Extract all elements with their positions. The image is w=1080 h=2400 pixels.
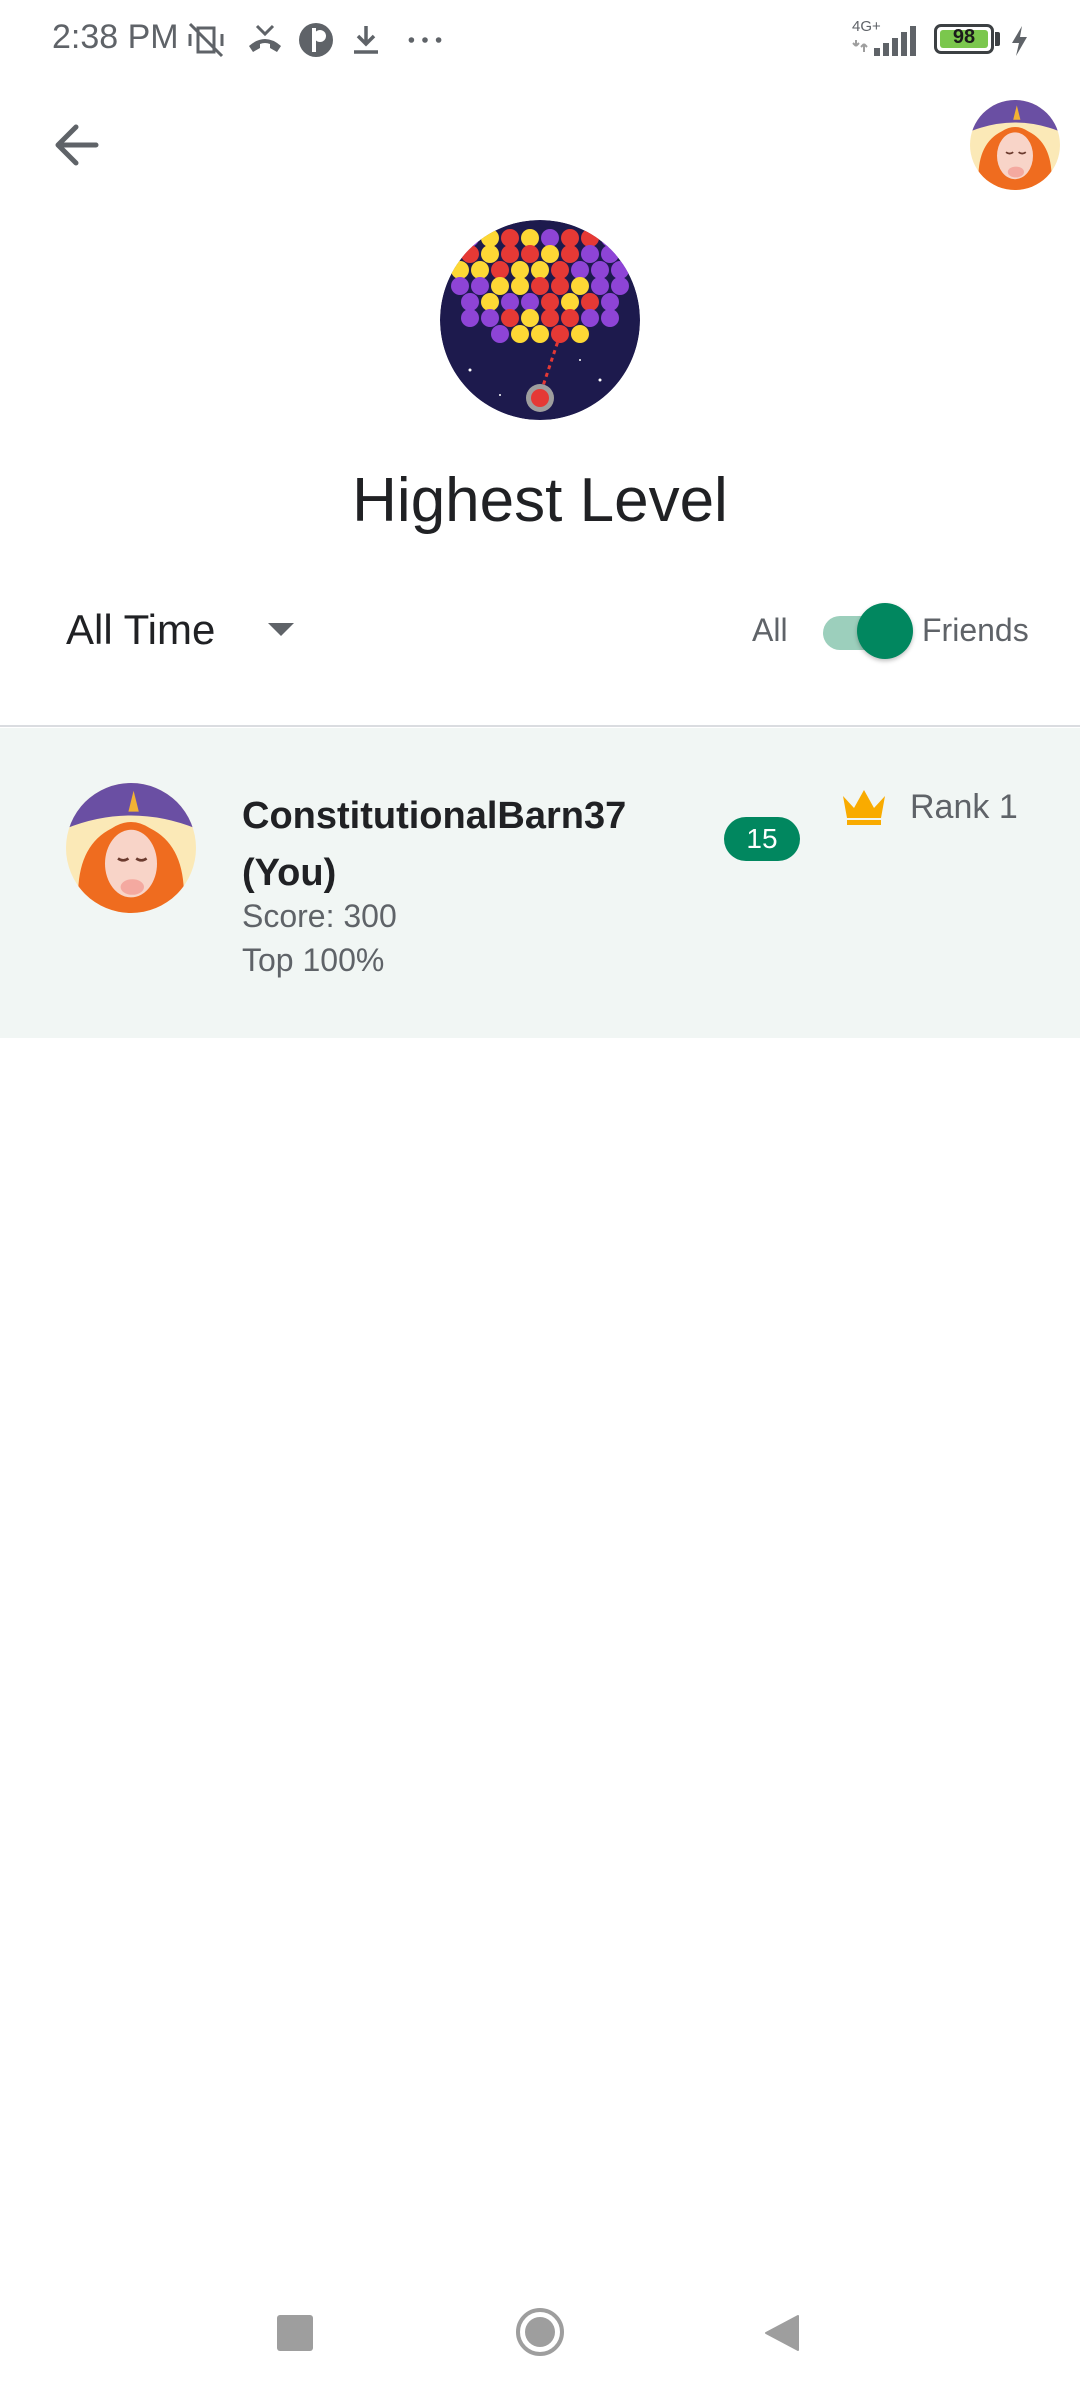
bubble	[571, 325, 589, 343]
bubble	[541, 309, 559, 327]
bubble	[461, 293, 479, 311]
bubble	[451, 277, 469, 295]
bubble	[471, 277, 489, 295]
bubble	[521, 229, 539, 247]
unicorn-avatar-icon	[66, 783, 196, 913]
player-score: Score: 300	[242, 898, 397, 934]
bubble	[471, 261, 489, 279]
player-name: ConstitutionalBarn37 (You)	[242, 795, 627, 894]
status-time: 2:38 PM	[52, 18, 179, 56]
battery-indicator: 98	[934, 24, 994, 54]
bubble	[551, 277, 569, 295]
bubble	[571, 277, 589, 295]
bubble	[561, 293, 579, 311]
bubble	[531, 277, 549, 295]
player-avatar	[66, 783, 196, 913]
leaderboard-row[interactable]: ConstitutionalBarn37 (You) Score: 300 To…	[0, 728, 1080, 1038]
bubble	[531, 261, 549, 279]
bubble	[501, 229, 519, 247]
bubble	[481, 309, 499, 327]
bubble	[531, 325, 549, 343]
signal-icon	[852, 26, 916, 56]
status-bar: 2:38 PM 4G+ 98	[0, 0, 1080, 80]
rank-label: Rank 1	[910, 788, 1018, 826]
toggle-thumb[interactable]	[857, 603, 913, 659]
bubble	[551, 261, 569, 279]
bubble	[581, 245, 599, 263]
bubble	[541, 229, 559, 247]
bubble	[541, 293, 559, 311]
bubble	[521, 245, 539, 263]
arrow-left-icon	[55, 124, 99, 166]
bubble	[541, 245, 559, 263]
missed-call-icon	[249, 24, 281, 52]
bubble	[581, 229, 599, 247]
bubble	[601, 245, 619, 263]
bubble	[511, 277, 529, 295]
chevron-down-icon	[268, 623, 294, 636]
bubble	[601, 309, 619, 327]
game-icon	[440, 220, 640, 420]
app-notification-icon	[299, 23, 333, 57]
bubble	[581, 309, 599, 327]
nav-home-button[interactable]	[514, 2306, 566, 2358]
bubble	[591, 261, 609, 279]
bubble	[461, 245, 479, 263]
bubble	[491, 261, 509, 279]
toggle-friends-label: Friends	[922, 612, 1029, 648]
bubble	[561, 245, 579, 263]
bubble	[511, 325, 529, 343]
friends-toggle[interactable]	[823, 603, 913, 659]
bubble	[481, 229, 499, 247]
profile-avatar[interactable]	[970, 100, 1060, 190]
bubble	[561, 309, 579, 327]
download-icon	[354, 26, 378, 54]
bubble	[581, 293, 599, 311]
player-percentile: Top 100%	[242, 942, 385, 978]
bubble	[491, 277, 509, 295]
bubble	[521, 293, 539, 311]
bubble	[611, 277, 629, 295]
page-title: Highest Level	[352, 466, 728, 535]
bubble	[551, 325, 569, 343]
toggle-all-label: All	[752, 612, 788, 648]
time-filter-dropdown[interactable]: All Time	[66, 600, 326, 660]
bubble	[591, 277, 609, 295]
bubble	[461, 229, 479, 247]
bubble	[461, 309, 479, 327]
bubble	[451, 261, 469, 279]
crown-icon	[843, 790, 885, 825]
bubble	[491, 325, 509, 343]
bubble	[501, 245, 519, 263]
bubble	[501, 309, 519, 327]
unicorn-avatar-icon	[970, 100, 1060, 190]
bubble	[481, 245, 499, 263]
bubble	[561, 229, 579, 247]
bubble	[601, 229, 619, 247]
time-filter-label: All Time	[66, 606, 216, 653]
nav-back-button[interactable]	[762, 2313, 802, 2353]
bubble	[481, 293, 499, 311]
bubble	[571, 261, 589, 279]
battery-level: 98	[952, 26, 976, 48]
bubble	[501, 293, 519, 311]
bubble	[521, 309, 539, 327]
back-button[interactable]	[44, 112, 110, 178]
mute-vibrate-icon	[188, 22, 224, 58]
charging-icon	[1012, 26, 1027, 56]
bubble	[611, 261, 629, 279]
bubble	[601, 293, 619, 311]
more-dots-icon	[408, 37, 442, 43]
bubble-shooter-icon	[440, 220, 640, 420]
battery-tip	[995, 32, 1000, 46]
nav-recents-button[interactable]	[277, 2315, 313, 2351]
divider	[0, 725, 1080, 727]
level-badge: 15	[724, 817, 800, 861]
bubble	[511, 261, 529, 279]
